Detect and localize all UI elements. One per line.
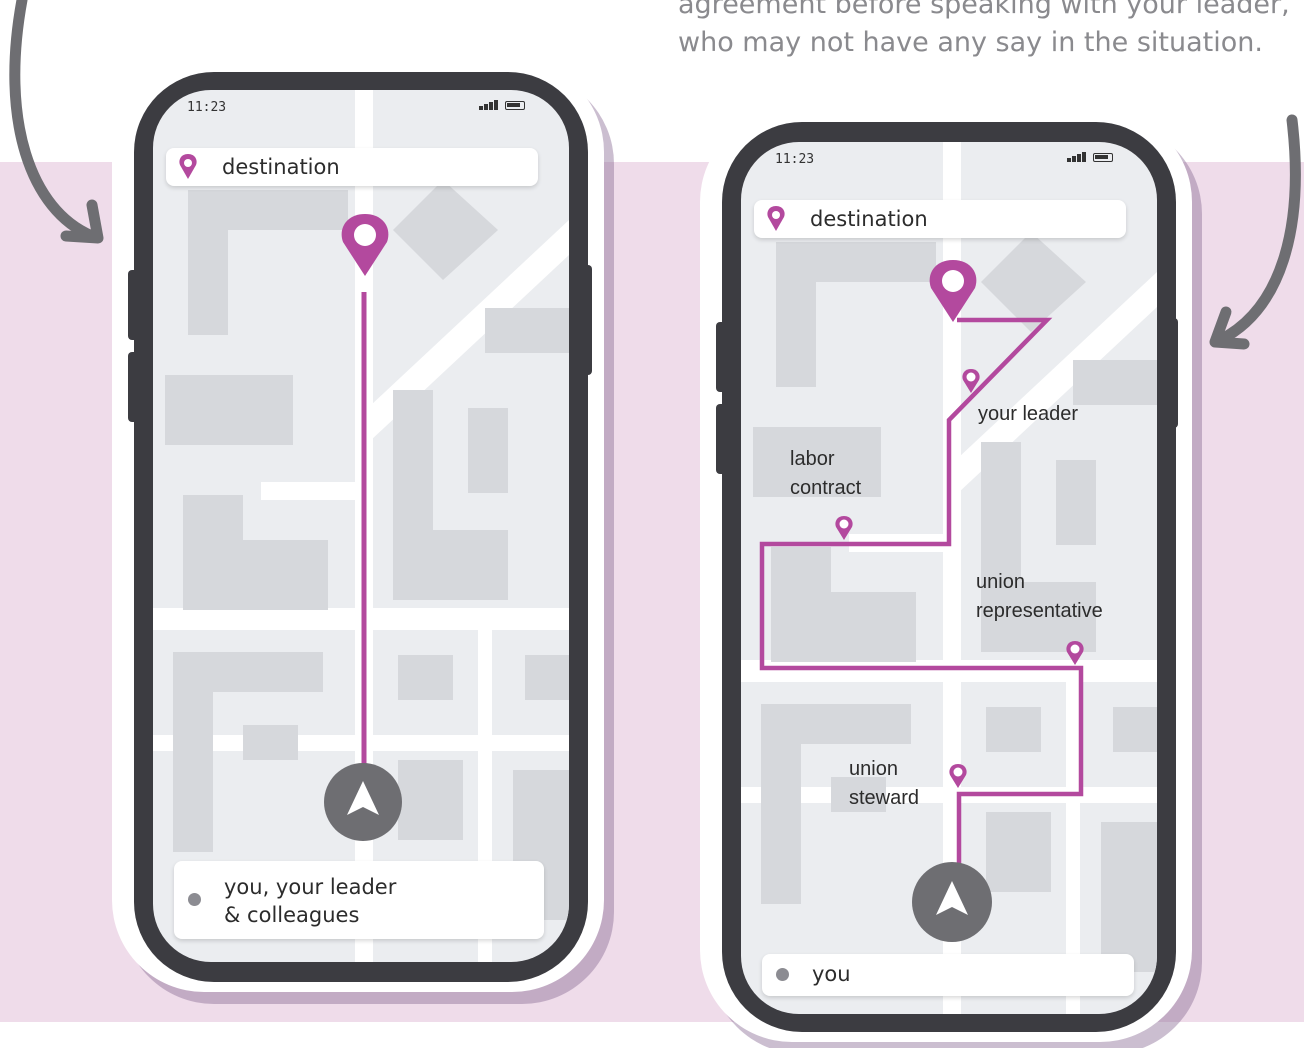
stop-label-your-leader: your leader bbox=[978, 403, 1079, 425]
union-rep-line-2: representative bbox=[976, 600, 1103, 622]
origin-dot-icon bbox=[776, 968, 789, 981]
left-curved-arrow-icon bbox=[9, 0, 98, 242]
destination-bar-right[interactable]: destination bbox=[754, 200, 1126, 238]
start-text-right: you bbox=[812, 962, 851, 986]
phone-right-screen: 11:23 destination your leader labor cont… bbox=[741, 142, 1157, 1014]
right-curved-arrow-icon bbox=[1214, 114, 1301, 346]
map-pin-icon bbox=[341, 214, 389, 276]
union-rep-line-1: union bbox=[976, 571, 1025, 593]
status-icons-right bbox=[1067, 152, 1113, 165]
origin-dot-icon bbox=[188, 893, 201, 906]
union-steward-line-2: steward bbox=[849, 787, 920, 809]
navigation-button-right[interactable] bbox=[912, 862, 992, 942]
stop-label-union-representative: union representative bbox=[976, 568, 1103, 626]
stop-pin-icon bbox=[949, 764, 967, 788]
stop-label-labor-contract: labor contract bbox=[790, 445, 861, 503]
start-text-left: you, your leader & colleagues bbox=[224, 873, 396, 929]
start-text-line-1: you, your leader bbox=[224, 875, 397, 899]
union-steward-line-1: union bbox=[849, 758, 898, 780]
signal-icon bbox=[479, 100, 499, 110]
navigation-arrow-icon bbox=[936, 881, 968, 915]
battery-icon bbox=[505, 101, 525, 110]
signal-icon bbox=[1067, 152, 1087, 162]
labor-contract-line-1: labor bbox=[790, 448, 835, 470]
start-text-line-2: & colleagues bbox=[224, 903, 360, 927]
status-time-left: 11:23 bbox=[187, 100, 227, 115]
battery-icon bbox=[1093, 153, 1113, 162]
start-bar-left[interactable]: you, your leader & colleagues bbox=[174, 861, 544, 939]
pin-icon bbox=[767, 206, 785, 231]
status-icons-left bbox=[479, 100, 525, 113]
stop-pin-icon bbox=[835, 516, 853, 540]
stop-pin-icon bbox=[1066, 641, 1084, 665]
stop-label-union-steward: union steward bbox=[849, 755, 919, 813]
navigation-arrow-icon bbox=[347, 781, 379, 815]
pin-icon bbox=[179, 154, 197, 179]
map-pin-icon bbox=[929, 260, 977, 322]
status-time-right: 11:23 bbox=[775, 152, 815, 167]
start-bar-right[interactable]: you bbox=[762, 954, 1134, 996]
navigation-button-left[interactable] bbox=[324, 763, 402, 841]
phone-left-screen: 11:23 destination you, your leader & col… bbox=[153, 90, 569, 962]
stop-pin-icon bbox=[962, 369, 980, 393]
labor-contract-line-2: contract bbox=[790, 477, 862, 499]
destination-text-right: destination bbox=[810, 207, 928, 231]
destination-text-left: destination bbox=[222, 155, 340, 179]
destination-bar-left[interactable]: destination bbox=[166, 148, 538, 186]
